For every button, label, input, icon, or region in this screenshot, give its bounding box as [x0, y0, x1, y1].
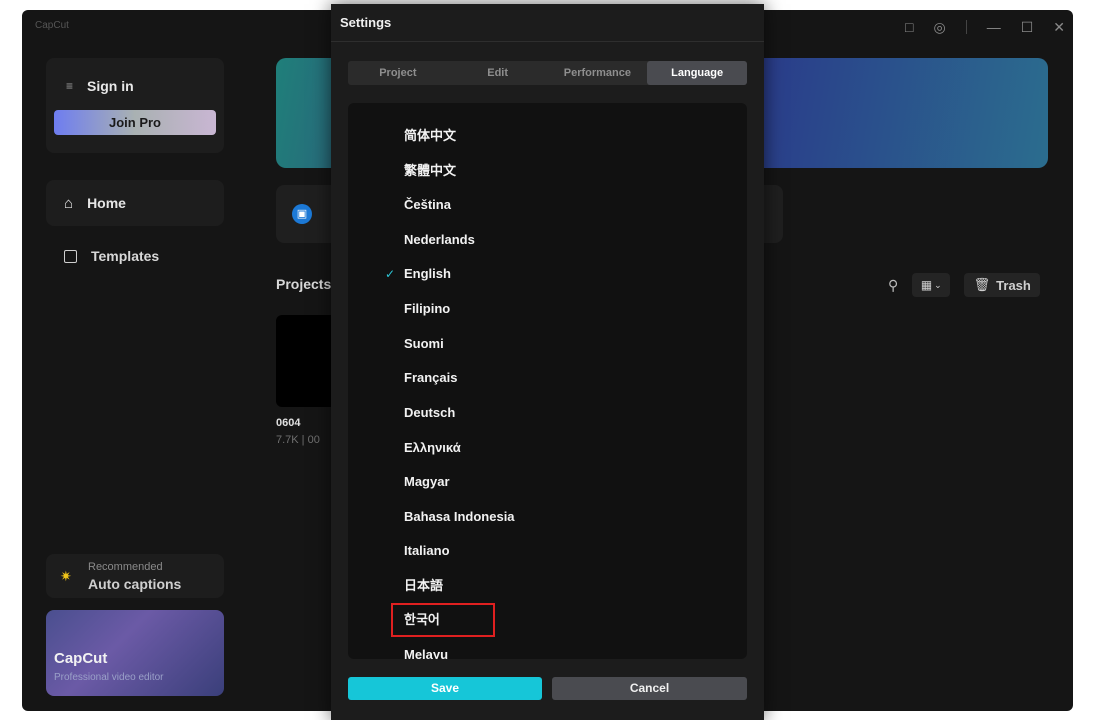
promo-banner[interactable]: CapCut Professional video editor — [46, 610, 224, 696]
sign-in-button[interactable]: ≡ Sign in — [66, 78, 134, 94]
sign-in-label: Sign in — [87, 78, 134, 94]
language-option[interactable]: 日本語 — [348, 569, 747, 603]
language-option[interactable]: Ελληνικά — [348, 431, 747, 465]
dialog-title: Settings — [340, 15, 392, 30]
language-option-selected[interactable]: ✓ English — [348, 257, 747, 291]
trash-button[interactable]: 🗑 Trash — [964, 273, 1041, 297]
window-controls: □ ◎ — ☐ ✕ — [905, 18, 1065, 36]
recommended-card[interactable]: ✷ Recommended Auto captions — [46, 554, 224, 598]
language-option[interactable]: Melayu — [348, 638, 747, 659]
language-label: English — [404, 266, 451, 281]
account-card: ≡ Sign in Join Pro — [46, 58, 224, 153]
promo-subtitle: Professional video editor — [54, 672, 164, 683]
save-button[interactable]: Save — [348, 677, 542, 700]
highlight-box — [391, 603, 495, 637]
language-option[interactable]: Suomi — [348, 327, 747, 361]
join-pro-button[interactable]: Join Pro — [54, 110, 216, 135]
recommended-label: Recommended — [88, 561, 163, 573]
language-option[interactable]: Italiano — [348, 534, 747, 568]
language-list[interactable]: 简体中文 繁體中文 Čeština Nederlands ✓ English F… — [348, 103, 747, 659]
sidebar-item-templates[interactable]: Templates — [46, 236, 224, 276]
sidebar-item-home[interactable]: ⌂ Home — [46, 180, 224, 226]
view-toggle-button[interactable]: ▦ ⌄ — [912, 273, 951, 297]
minimize-button[interactable]: — — [987, 18, 1001, 36]
search-icon[interactable]: ⚲ — [888, 277, 898, 294]
separator — [965, 20, 967, 34]
create-icon: ▣ — [292, 204, 312, 224]
tab-edit[interactable]: Edit — [448, 61, 548, 85]
project-meta: 7.7K | 00 — [276, 434, 320, 446]
cancel-button[interactable]: Cancel — [552, 677, 747, 700]
sidebar-item-label: Templates — [91, 248, 160, 264]
trash-icon: 🗑 — [973, 277, 991, 292]
tab-performance[interactable]: Performance — [548, 61, 648, 85]
divider — [331, 41, 764, 42]
app-logo: CapCut — [35, 20, 69, 31]
sparkle-icon: ✷ — [60, 568, 72, 584]
grid-icon: ▦ — [920, 278, 933, 292]
sidebar-item-label: Home — [87, 195, 126, 211]
language-option[interactable]: Filipino — [348, 292, 747, 326]
tab-language[interactable]: Language — [647, 61, 747, 85]
language-option[interactable]: Čeština — [348, 188, 747, 222]
language-option[interactable]: Bahasa Indonesia — [348, 500, 747, 534]
language-option[interactable]: 简体中文 — [348, 119, 747, 153]
project-name: 0604 — [276, 417, 301, 429]
gear-icon[interactable]: ◎ — [933, 18, 945, 36]
language-option[interactable]: 繁體中文 — [348, 154, 747, 188]
maximize-button[interactable]: ☐ — [1021, 18, 1034, 36]
home-icon: ⌂ — [64, 194, 74, 212]
settings-dialog: Settings Project Edit Performance Langua… — [331, 4, 764, 720]
projects-toolbar: ⚲ ▦ ⌄ 🗑 Trash — [888, 273, 1041, 297]
language-option[interactable]: Magyar — [348, 465, 747, 499]
trash-label: Trash — [996, 277, 1031, 293]
feedback-icon[interactable]: □ — [905, 18, 913, 36]
tab-project[interactable]: Project — [348, 61, 448, 85]
close-button[interactable]: ✕ — [1053, 18, 1065, 36]
promo-title: CapCut — [54, 650, 108, 667]
language-option[interactable]: Nederlands — [348, 223, 747, 257]
language-option[interactable]: Français — [348, 361, 747, 395]
chevron-down-icon: ⌄ — [934, 279, 942, 290]
checkmark-icon: ✓ — [385, 267, 396, 281]
templates-icon — [64, 249, 77, 263]
recommended-title: Auto captions — [88, 576, 182, 592]
language-option[interactable]: Deutsch — [348, 396, 747, 430]
settings-tabs: Project Edit Performance Language — [348, 61, 747, 85]
capcut-logo-icon: ≡ — [66, 79, 74, 93]
projects-title: Projects — [276, 276, 332, 292]
